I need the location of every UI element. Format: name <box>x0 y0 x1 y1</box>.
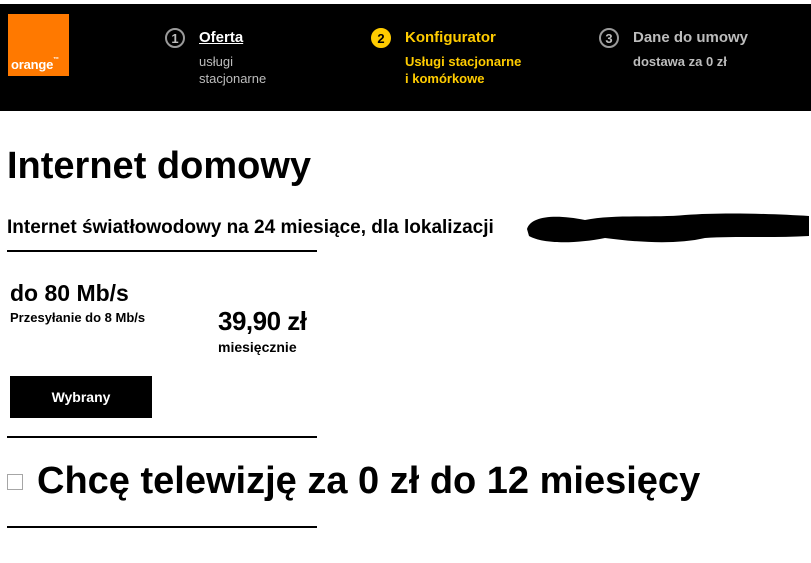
step-number-1: 1 <box>165 28 185 48</box>
selected-button[interactable]: Wybrany <box>10 376 152 418</box>
step-subtitle-contract-data: dostawa za 0 zł <box>633 54 727 69</box>
divider <box>7 436 317 438</box>
plan-upload: Przesyłanie do 8 Mb/s <box>10 310 146 325</box>
tv-checkbox[interactable] <box>7 474 23 490</box>
step-subtitle-configurator: Usługi stacjonarne i komórkowe <box>405 54 522 86</box>
logo-text: orange™ <box>11 57 59 72</box>
redacted-location <box>527 213 809 243</box>
step-title-configurator: Konfigurator <box>405 29 496 46</box>
step-subtitle-offer: usługi stacjonarne <box>199 54 267 86</box>
page-title: Internet domowy <box>7 145 312 187</box>
offer-description: Internet światłowodowy na 24 miesiące, d… <box>7 217 494 238</box>
divider <box>7 526 317 528</box>
step-title-offer[interactable]: Oferta <box>199 29 243 46</box>
step-number-3: 3 <box>599 28 619 48</box>
divider <box>7 250 317 252</box>
step-number-2: 2 <box>371 28 391 48</box>
tv-option-label[interactable]: Chcę telewizję za 0 zł do 12 miesięcy <box>37 460 700 503</box>
plan-period: miesięcznie <box>218 339 297 355</box>
plan-price: 39,90 zł <box>218 306 307 336</box>
orange-logo[interactable]: orange™ <box>8 14 69 76</box>
plan-speed: do 80 Mb/s <box>10 280 129 306</box>
checkout-header: orange™ 1 Oferta usługi stacjonarne 2 Ko… <box>0 4 811 111</box>
step-title-contract-data: Dane do umowy <box>633 29 749 46</box>
